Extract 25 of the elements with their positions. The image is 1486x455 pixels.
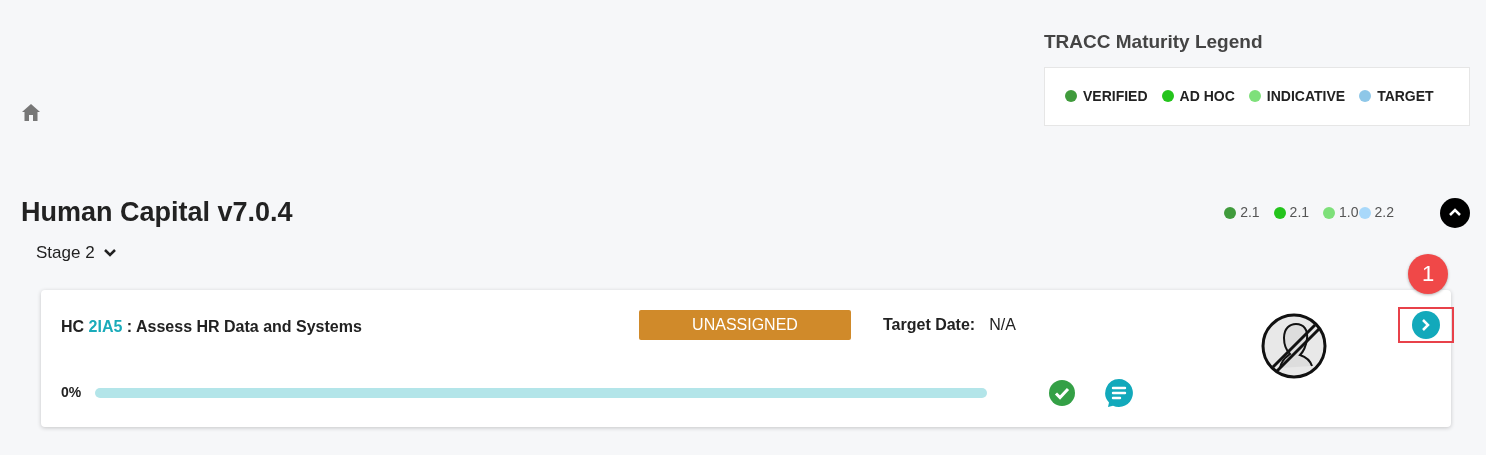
collapse-button[interactable]: [1440, 197, 1470, 228]
score-value: 2.2: [1374, 203, 1394, 222]
legend-label: VERIFIED: [1083, 86, 1148, 106]
chevron-right-icon: [1421, 317, 1431, 332]
comment-icon[interactable]: [1104, 377, 1134, 408]
score-value: 2.1: [1289, 203, 1310, 222]
task-title: HC 2IA5 : Assess HR Data and Systems: [61, 316, 363, 337]
target-date-label: Target Date:: [883, 314, 976, 335]
no-avatar-icon: [1260, 311, 1328, 380]
module-title: Human Capital v7.0.4: [21, 196, 293, 229]
score-value: 2.1: [1240, 203, 1260, 222]
legend-label: INDICATIVE: [1266, 86, 1346, 106]
status-badge: UNASSIGNED: [639, 309, 851, 340]
home-icon[interactable]: [21, 103, 41, 122]
stage-dropdown[interactable]: Stage 2: [36, 240, 117, 266]
legend-title: TRACC Maturity Legend: [1044, 30, 1264, 54]
target-date-value: N/A: [989, 314, 1016, 335]
score-value: 1.0: [1339, 203, 1359, 222]
callout-number: 1: [1408, 253, 1448, 294]
legend-label: AD HOC: [1179, 86, 1235, 106]
progress-percent: 0%: [61, 383, 83, 402]
check-icon[interactable]: [1049, 379, 1075, 406]
next-button[interactable]: [1412, 310, 1440, 339]
legend-label: TARGET: [1377, 86, 1434, 106]
chevron-up-icon: [1448, 208, 1462, 217]
